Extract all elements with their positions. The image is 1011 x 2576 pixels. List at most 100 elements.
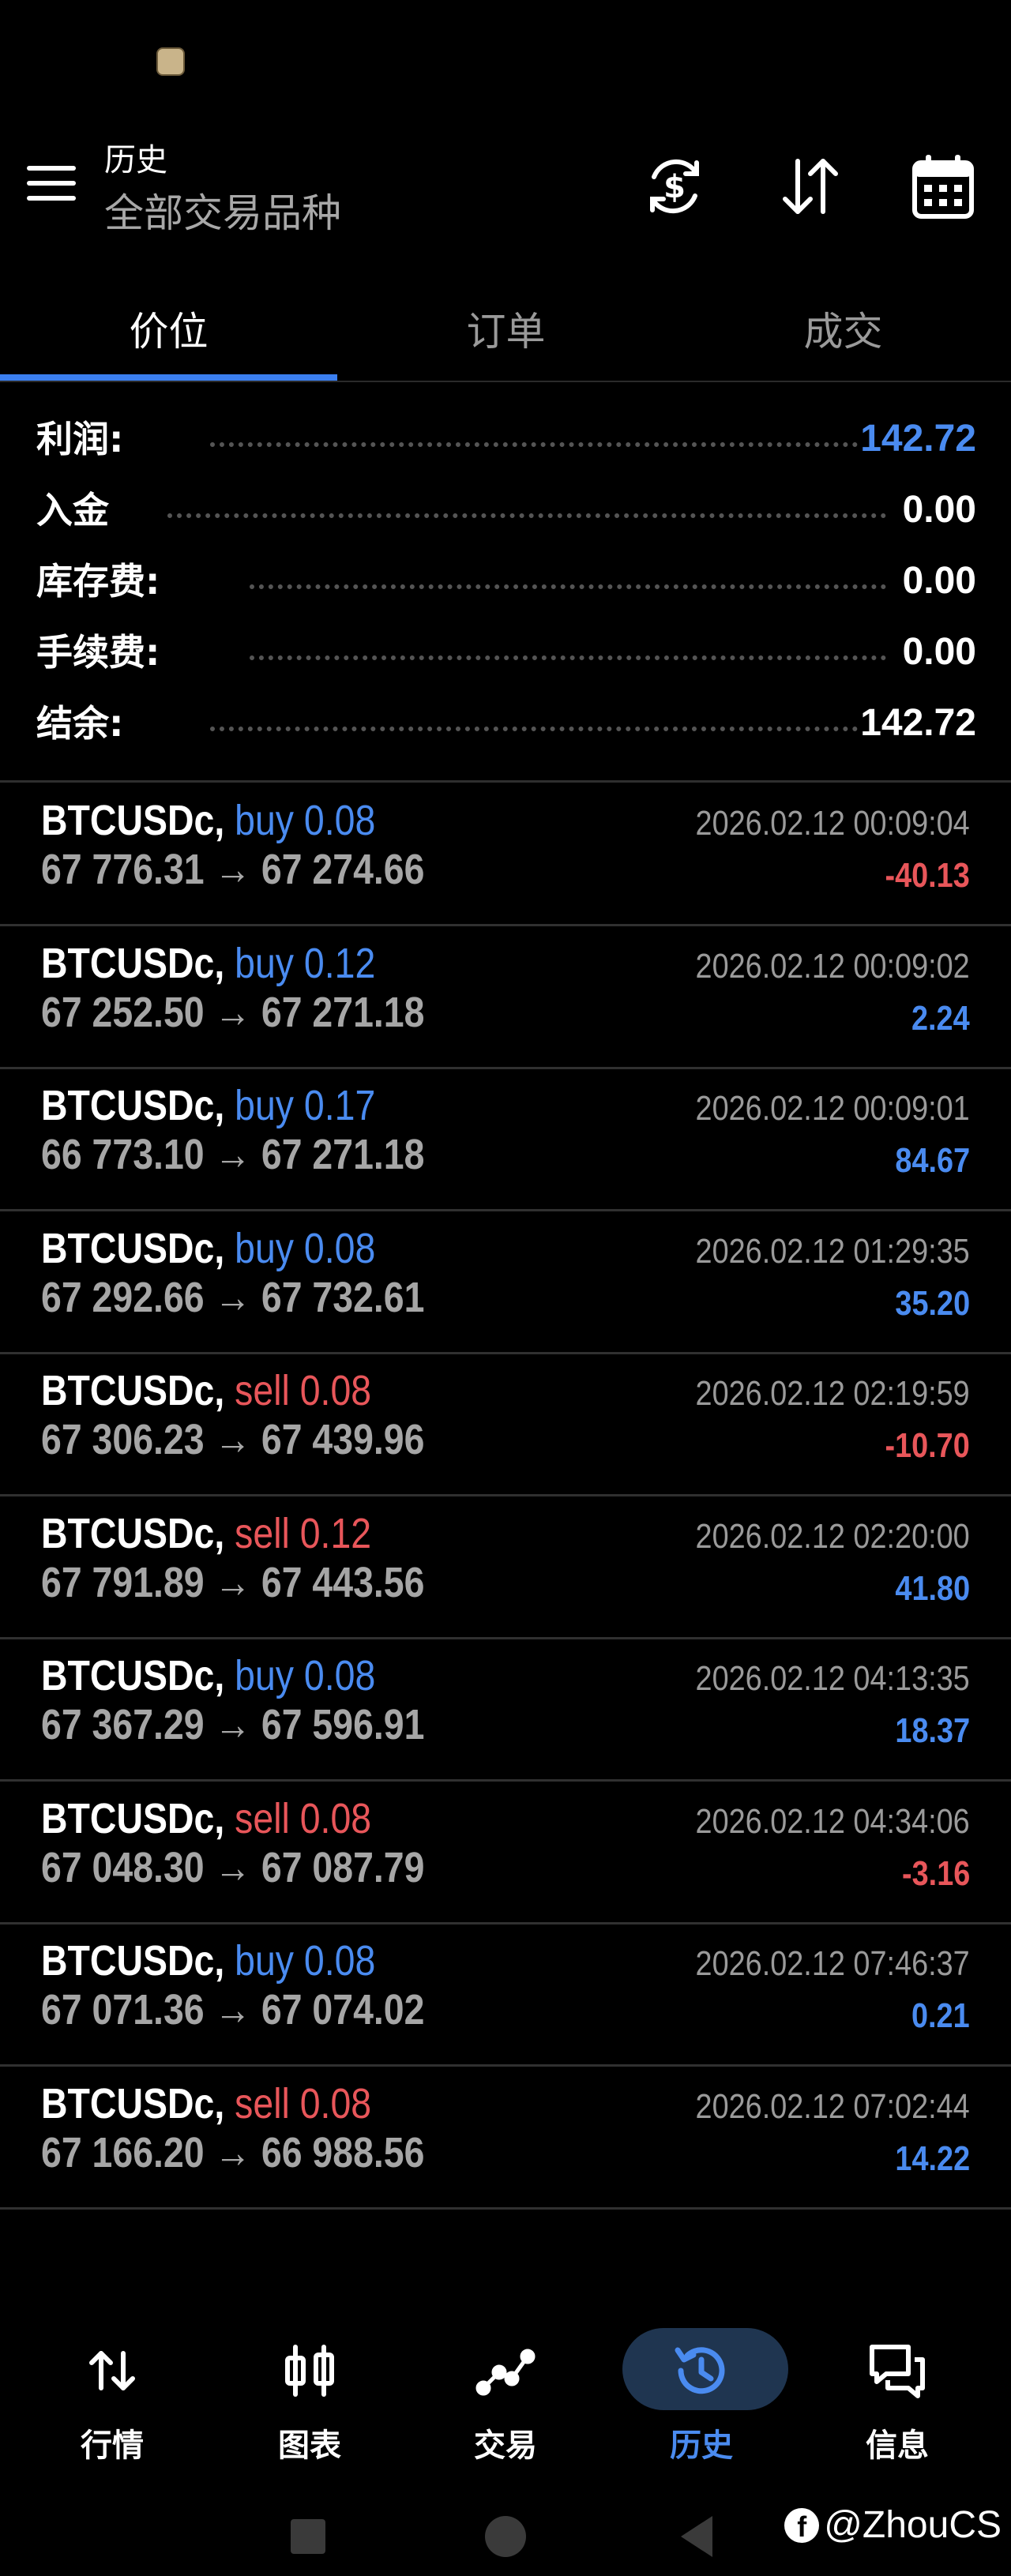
close-price: 67 596.91: [261, 1701, 425, 1748]
arrow-right-icon: →: [214, 1843, 251, 1891]
deal-row[interactable]: BTCUSDc, sell 0.08 67 166.20 → 66 988.56 2…: [0, 2067, 1011, 2210]
open-price: 67 252.50: [41, 988, 205, 1036]
watermark: f @ZhouCS: [784, 2503, 1002, 2547]
calendar-icon[interactable]: [907, 150, 979, 223]
deal-time: 2026.02.12 02:20:00: [695, 1516, 970, 1556]
deal-row[interactable]: BTCUSDc, buy 0.08 67 776.31 → 67 274.66 20…: [0, 783, 1011, 926]
open-price: 67 306.23: [41, 1416, 205, 1463]
deal-prices: 67 166.20 → 66 988.56: [41, 2128, 424, 2177]
deal-symbol: BTCUSDc,: [41, 1367, 225, 1414]
deal-volume: buy 0.08: [235, 1937, 376, 1985]
deal-prices: 67 071.36 → 67 074.02: [41, 1985, 424, 2034]
arrow-right-icon: →: [214, 1273, 251, 1321]
deal-symbol: BTCUSDc,: [41, 1652, 225, 1699]
menu-button[interactable]: [27, 163, 76, 204]
deal-volume: sell 0.08: [235, 2079, 372, 2127]
open-price: 67 071.36: [41, 1986, 205, 2033]
nav-label: 交易: [474, 2428, 537, 2464]
menu-icon: [27, 166, 76, 171]
deal-profit: 0.21: [911, 1996, 970, 2035]
deal-time: 2026.02.12 00:09:04: [695, 804, 970, 843]
summary-row-balance: 结余: 142.72: [36, 692, 976, 755]
tab-positions[interactable]: 价位: [0, 276, 337, 381]
close-price: 67 271.18: [261, 988, 425, 1036]
open-price: 66 773.10: [41, 1131, 205, 1178]
deal-row[interactable]: BTCUSDc, buy 0.17 66 773.10 → 67 271.18 20…: [0, 1068, 1011, 1211]
tab-deals[interactable]: 成交: [675, 276, 1011, 381]
close-price: 67 087.79: [261, 1843, 425, 1891]
currency-exchange-icon[interactable]: $: [638, 150, 711, 223]
deal-symbol: BTCUSDc,: [41, 1224, 225, 1272]
deal-title: BTCUSDc, sell 0.08: [41, 1366, 371, 1415]
open-price: 67 166.20: [41, 2128, 205, 2176]
nav-history[interactable]: 历史: [600, 2322, 802, 2480]
trade-line-icon: [471, 2336, 540, 2405]
deal-row[interactable]: BTCUSDc, buy 0.08 67 367.29 → 67 596.91 20…: [0, 1639, 1011, 1782]
summary-row-deposit: 入金 0.00: [36, 479, 976, 542]
deal-time: 2026.02.12 00:09:01: [695, 1089, 970, 1128]
summary-value: 0.00: [902, 631, 976, 673]
page-title: 历史: [104, 142, 167, 178]
nav-label: 图表: [278, 2428, 341, 2464]
close-price: 67 074.02: [261, 1986, 425, 2033]
deal-volume: sell 0.08: [235, 1367, 372, 1414]
deal-title: BTCUSDc, sell 0.08: [41, 2079, 371, 2128]
summary-divider: [0, 780, 1011, 783]
deal-profit: -40.13: [885, 856, 970, 895]
deal-symbol: BTCUSDc,: [41, 1509, 225, 1557]
deal-row[interactable]: BTCUSDc, sell 0.08 67 048.30 → 67 087.79 2…: [0, 1782, 1011, 1924]
deal-symbol: BTCUSDc,: [41, 2079, 225, 2127]
deal-row[interactable]: BTCUSDc, sell 0.12 67 791.89 → 67 443.56 2…: [0, 1496, 1011, 1639]
summary-row-commission: 手续费: 0.00: [36, 621, 976, 684]
deal-symbol: BTCUSDc,: [41, 1937, 225, 1985]
nav-messages[interactable]: 信息: [796, 2322, 998, 2480]
open-price: 67 791.89: [41, 1558, 205, 1606]
deal-volume: sell 0.08: [235, 1794, 372, 1842]
history-screen: 历史 全部交易品种 $ 价位 订单 成交 利润: 142.72 入金 0.00 …: [0, 0, 1011, 2576]
sort-arrows-icon[interactable]: [774, 150, 847, 223]
arrow-right-icon: →: [214, 1558, 251, 1606]
arrow-right-icon: →: [214, 988, 251, 1036]
history-clock-icon: [667, 2336, 736, 2405]
deal-time: 2026.02.12 07:02:44: [695, 2086, 970, 2126]
deal-row[interactable]: BTCUSDc, buy 0.08 67 292.66 → 67 732.61 20…: [0, 1211, 1011, 1354]
arrow-right-icon: →: [214, 1986, 251, 2033]
arrow-right-icon: →: [214, 1131, 251, 1178]
deal-time: 2026.02.12 00:09:02: [695, 946, 970, 986]
open-price: 67 776.31: [41, 846, 205, 893]
deal-time: 2026.02.12 01:29:35: [695, 1231, 970, 1271]
summary-label: 库存费:: [36, 560, 160, 603]
deal-time: 2026.02.12 04:13:35: [695, 1659, 970, 1698]
recent-apps-button[interactable]: [291, 2519, 325, 2554]
open-price: 67 367.29: [41, 1701, 205, 1748]
deal-title: BTCUSDc, sell 0.12: [41, 1509, 371, 1558]
close-price: 67 271.18: [261, 1131, 425, 1178]
summary-label: 利润:: [36, 418, 124, 460]
deal-row[interactable]: BTCUSDc, sell 0.08 67 306.23 → 67 439.96 2…: [0, 1354, 1011, 1496]
candlestick-chart-icon: [275, 2336, 344, 2405]
close-price: 67 439.96: [261, 1416, 425, 1463]
deal-row[interactable]: BTCUSDc, buy 0.08 67 071.36 → 67 074.02 20…: [0, 1924, 1011, 2067]
deal-prices: 67 791.89 → 67 443.56: [41, 1558, 424, 1607]
summary-value: 0.00: [902, 489, 976, 531]
nav-quotes[interactable]: 行情: [11, 2322, 213, 2480]
deal-row[interactable]: BTCUSDc, buy 0.12 67 252.50 → 67 271.18 20…: [0, 926, 1011, 1069]
deal-volume: buy 0.08: [235, 797, 376, 844]
back-button[interactable]: [681, 2516, 712, 2557]
deal-profit: 18.37: [895, 1711, 970, 1750]
tab-orders[interactable]: 订单: [337, 276, 675, 381]
deal-profit: 41.80: [895, 1568, 970, 1608]
nav-trade[interactable]: 交易: [404, 2322, 607, 2480]
home-button[interactable]: [485, 2516, 526, 2557]
summary-value: 0.00: [902, 560, 976, 602]
active-tab-indicator: [0, 374, 337, 381]
nav-label: 信息: [866, 2428, 929, 2464]
nav-label: 行情: [81, 2428, 144, 2464]
summary-row-profit: 利润: 142.72: [36, 407, 976, 471]
symbol-filter[interactable]: 全部交易品种: [104, 182, 341, 238]
open-price: 67 048.30: [41, 1843, 205, 1891]
nav-chart[interactable]: 图表: [209, 2322, 411, 2480]
tab-bar: 价位 订单 成交: [0, 276, 1011, 382]
summary-value: 142.72: [860, 702, 976, 744]
deal-prices: 67 252.50 → 67 271.18: [41, 988, 424, 1037]
